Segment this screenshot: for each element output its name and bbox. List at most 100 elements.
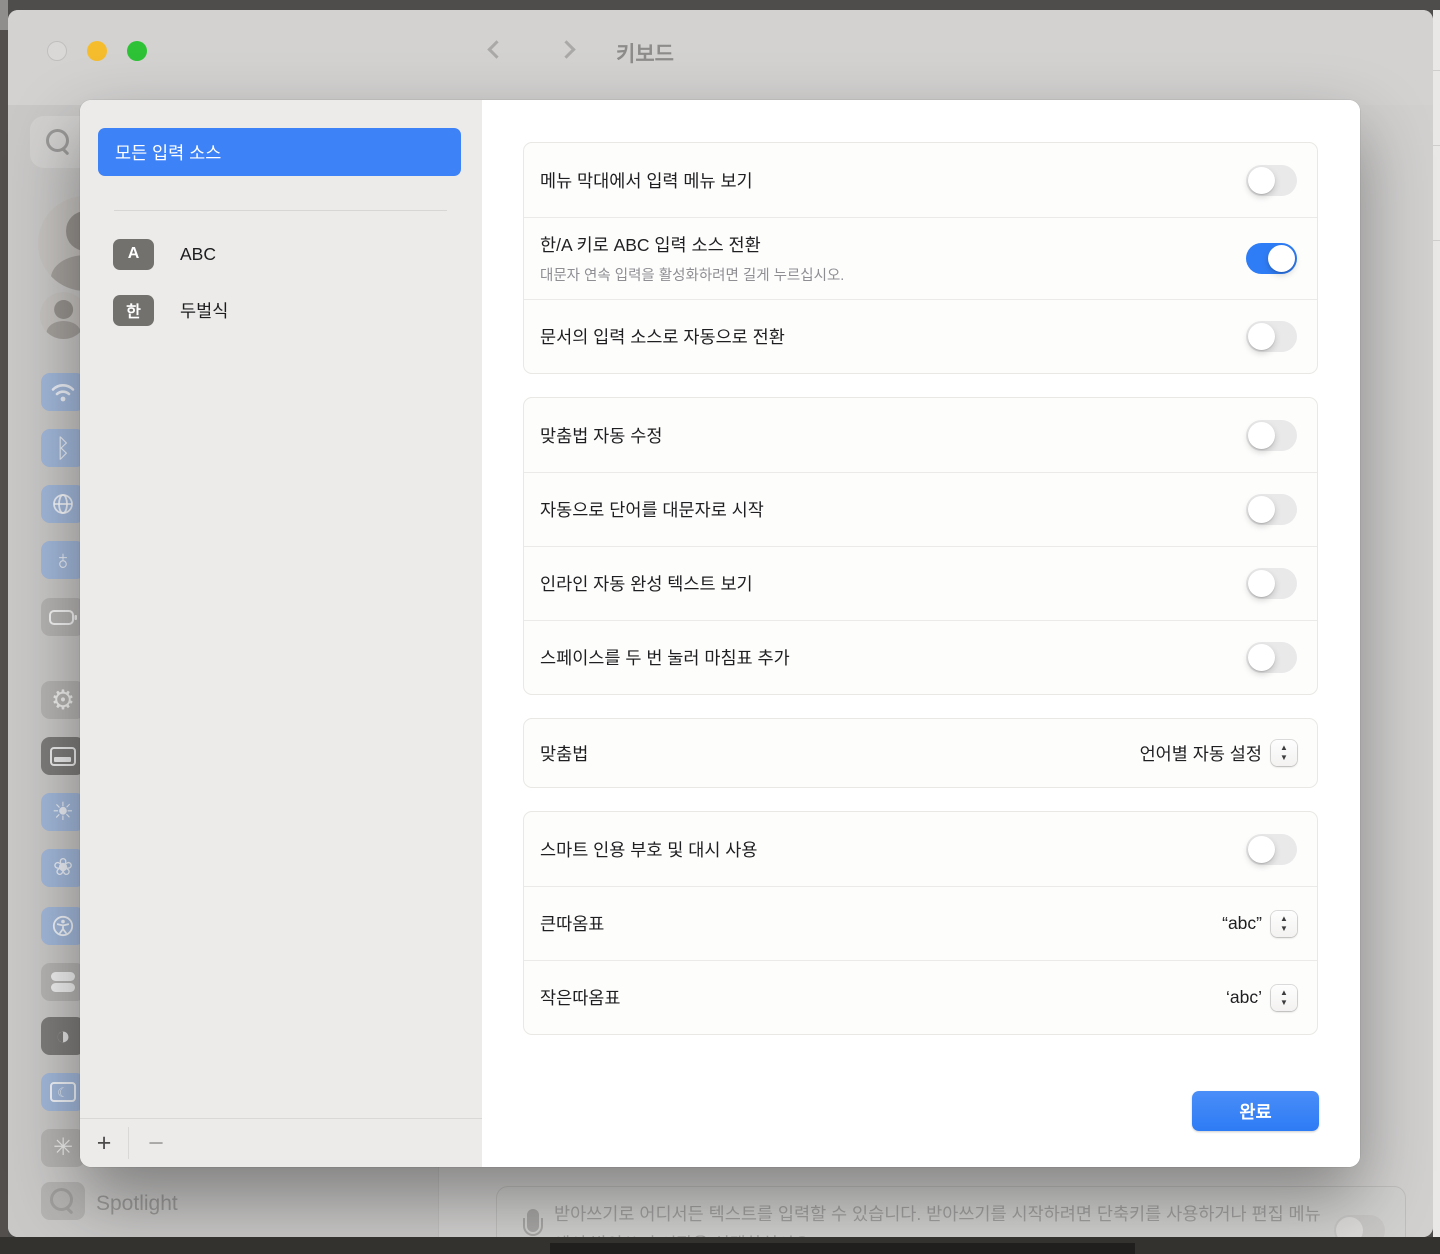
settings-row: 작은따옴표 ‘abc’ ▲▼: [524, 960, 1317, 1034]
select-value: ‘abc’: [1226, 987, 1262, 1008]
settings-group: 메뉴 막대에서 입력 메뉴 보기한/A 키로 ABC 입력 소스 전환대문자 연…: [523, 142, 1318, 374]
settings-row: 인라인 자동 완성 텍스트 보기: [524, 546, 1317, 620]
sidebar-item-spotlight[interactable]: Spotlight: [96, 1192, 178, 1216]
remove-input-source-button[interactable]: −: [129, 1119, 183, 1167]
background-window-edge: [1433, 10, 1440, 1237]
select-value: 언어별 자동 설정: [1140, 741, 1262, 766]
desktop-edge-left-top: [0, 0, 8, 30]
vpn-globe-icon[interactable]: ♁: [41, 541, 85, 579]
displays-icon[interactable]: ◑: [41, 1017, 85, 1055]
toggle-switch[interactable]: [1246, 642, 1297, 673]
desktop-edge-bottom: [0, 1237, 1440, 1254]
toggle-knob: [1248, 323, 1275, 350]
toggle-knob: [1248, 570, 1275, 597]
row-label: 한/A 키로 ABC 입력 소스 전환: [540, 232, 1236, 257]
toggle-knob: [1268, 245, 1295, 272]
settings-group: 맞춤법 언어별 자동 설정 ▲▼: [523, 718, 1318, 788]
settings-groups: 메뉴 막대에서 입력 메뉴 보기한/A 키로 ABC 입력 소스 전환대문자 연…: [523, 142, 1318, 1035]
toggle-switch[interactable]: [1246, 243, 1297, 274]
bluetooth-icon[interactable]: ᛒ: [41, 429, 85, 467]
desktop-dock-icon[interactable]: [41, 737, 85, 775]
row-label: 작은따옴표: [540, 985, 1216, 1010]
desktop-edge-left: [0, 0, 8, 1254]
microphone-icon: [522, 1209, 544, 1237]
stepper-icon[interactable]: ▲▼: [1271, 911, 1297, 937]
magnifier-icon: [50, 1188, 76, 1214]
settings-row: 스페이스를 두 번 눌러 마침표 추가: [524, 620, 1317, 694]
minimize-button[interactable]: [87, 41, 107, 61]
close-button[interactable]: [47, 41, 67, 61]
toggle-knob: [1248, 644, 1275, 671]
done-button[interactable]: 완료: [1192, 1091, 1319, 1131]
select-control[interactable]: “abc” ▲▼: [1222, 911, 1297, 937]
battery-icon[interactable]: [41, 598, 85, 636]
toggle-knob: [1248, 167, 1275, 194]
chevron-left-icon[interactable]: [487, 40, 505, 58]
settings-row: 문서의 입력 소스로 자동으로 전환: [524, 299, 1317, 373]
row-texts: 큰따옴표: [540, 897, 1222, 950]
titlebar: 키보드: [8, 10, 1433, 105]
toggle-switch[interactable]: [1246, 494, 1297, 525]
select-value: “abc”: [1222, 913, 1262, 934]
sidebar-item-all-input-sources[interactable]: 모든 입력 소스: [98, 128, 461, 176]
wallpaper-icon[interactable]: ☾: [41, 1073, 85, 1111]
input-source-item[interactable]: AABC: [98, 226, 464, 282]
dialog-content: 메뉴 막대에서 입력 메뉴 보기한/A 키로 ABC 입력 소스 전환대문자 연…: [482, 100, 1360, 1167]
control-center-icon[interactable]: [41, 963, 85, 1001]
toggle-switch[interactable]: [1246, 568, 1297, 599]
accessibility-icon[interactable]: [41, 907, 85, 945]
row-texts: 한/A 키로 ABC 입력 소스 전환대문자 연속 입력을 활성화하려면 길게 …: [540, 218, 1246, 299]
wifi-icon[interactable]: [41, 373, 85, 411]
row-texts: 메뉴 막대에서 입력 메뉴 보기: [540, 154, 1246, 207]
settings-row: 한/A 키로 ABC 입력 소스 전환대문자 연속 입력을 활성화하려면 길게 …: [524, 217, 1317, 299]
row-label: 맞춤법 자동 수정: [540, 423, 1236, 448]
focus-atom-icon[interactable]: ✳: [41, 1129, 85, 1167]
select-control[interactable]: ‘abc’ ▲▼: [1226, 985, 1297, 1011]
toggle-knob: [1248, 422, 1275, 449]
toggle-switch[interactable]: [1246, 321, 1297, 352]
sidebar-footer: + −: [80, 1118, 482, 1167]
stepper-icon[interactable]: ▲▼: [1271, 985, 1297, 1011]
input-source-label: 두벌식: [180, 298, 228, 323]
sidebar-item-label: 모든 입력 소스: [115, 140, 221, 165]
divider: [114, 210, 447, 211]
window-shape-icon: [50, 747, 76, 766]
toggle-knob: [1248, 496, 1275, 523]
dialog-sidebar: 모든 입력 소스 AABC 한 두벌식 + −: [80, 100, 482, 1167]
row-label: 문서의 입력 소스로 자동으로 전환: [540, 324, 1236, 349]
row-sublabel: 대문자 연속 입력을 활성화하려면 길게 누르십시오.: [540, 264, 1236, 285]
dictation-toggle[interactable]: [1334, 1215, 1385, 1237]
chevron-right-icon[interactable]: [557, 40, 575, 58]
gear-icon[interactable]: ⚙: [41, 681, 85, 719]
row-label: 스페이스를 두 번 눌러 마침표 추가: [540, 645, 1236, 670]
row-texts: 작은따옴표: [540, 971, 1226, 1024]
toggle-switch[interactable]: [1246, 420, 1297, 451]
row-label: 맞춤법: [540, 741, 1130, 766]
stepper-icon[interactable]: ▲▼: [1271, 740, 1297, 766]
input-source-badge-icon: 한: [113, 295, 154, 326]
settings-row: 메뉴 막대에서 입력 메뉴 보기: [524, 143, 1317, 217]
spotlight-icon[interactable]: [41, 1182, 85, 1220]
settings-group: 스마트 인용 부호 및 대시 사용큰따옴표 “abc” ▲▼ 작은따옴표 ‘abc’ ▲▼: [523, 811, 1318, 1035]
input-source-list: AABC 한 두벌식: [98, 226, 464, 338]
toggle-switch[interactable]: [1246, 165, 1297, 196]
row-label: 큰따옴표: [540, 911, 1212, 936]
row-texts: 스마트 인용 부호 및 대시 사용: [540, 823, 1246, 876]
row-texts: 인라인 자동 완성 텍스트 보기: [540, 557, 1246, 610]
add-input-source-button[interactable]: +: [80, 1119, 128, 1167]
settings-row: 큰따옴표 “abc” ▲▼: [524, 886, 1317, 960]
input-source-item[interactable]: 한 두벌식: [98, 282, 464, 338]
siri-flower-icon[interactable]: ❀: [41, 849, 85, 887]
row-label: 자동으로 단어를 대문자로 시작: [540, 497, 1236, 522]
dictation-description: 받아쓰기로 어디서든 텍스트를 입력할 수 있습니다. 받아쓰기를 시작하려면 …: [554, 1199, 1329, 1237]
network-globe-icon[interactable]: [41, 485, 85, 523]
appearance-sun-icon[interactable]: ☀: [41, 793, 85, 831]
select-control[interactable]: 언어별 자동 설정 ▲▼: [1140, 740, 1297, 766]
row-texts: 맞춤법: [540, 727, 1140, 780]
settings-group: 맞춤법 자동 수정자동으로 단어를 대문자로 시작인라인 자동 완성 텍스트 보…: [523, 397, 1318, 695]
moon-frame-icon: ☾: [50, 1082, 76, 1102]
toggle-switch[interactable]: [1246, 834, 1297, 865]
zoom-button[interactable]: [127, 41, 147, 61]
page-title: 키보드: [616, 38, 674, 68]
row-texts: 자동으로 단어를 대문자로 시작: [540, 483, 1246, 536]
